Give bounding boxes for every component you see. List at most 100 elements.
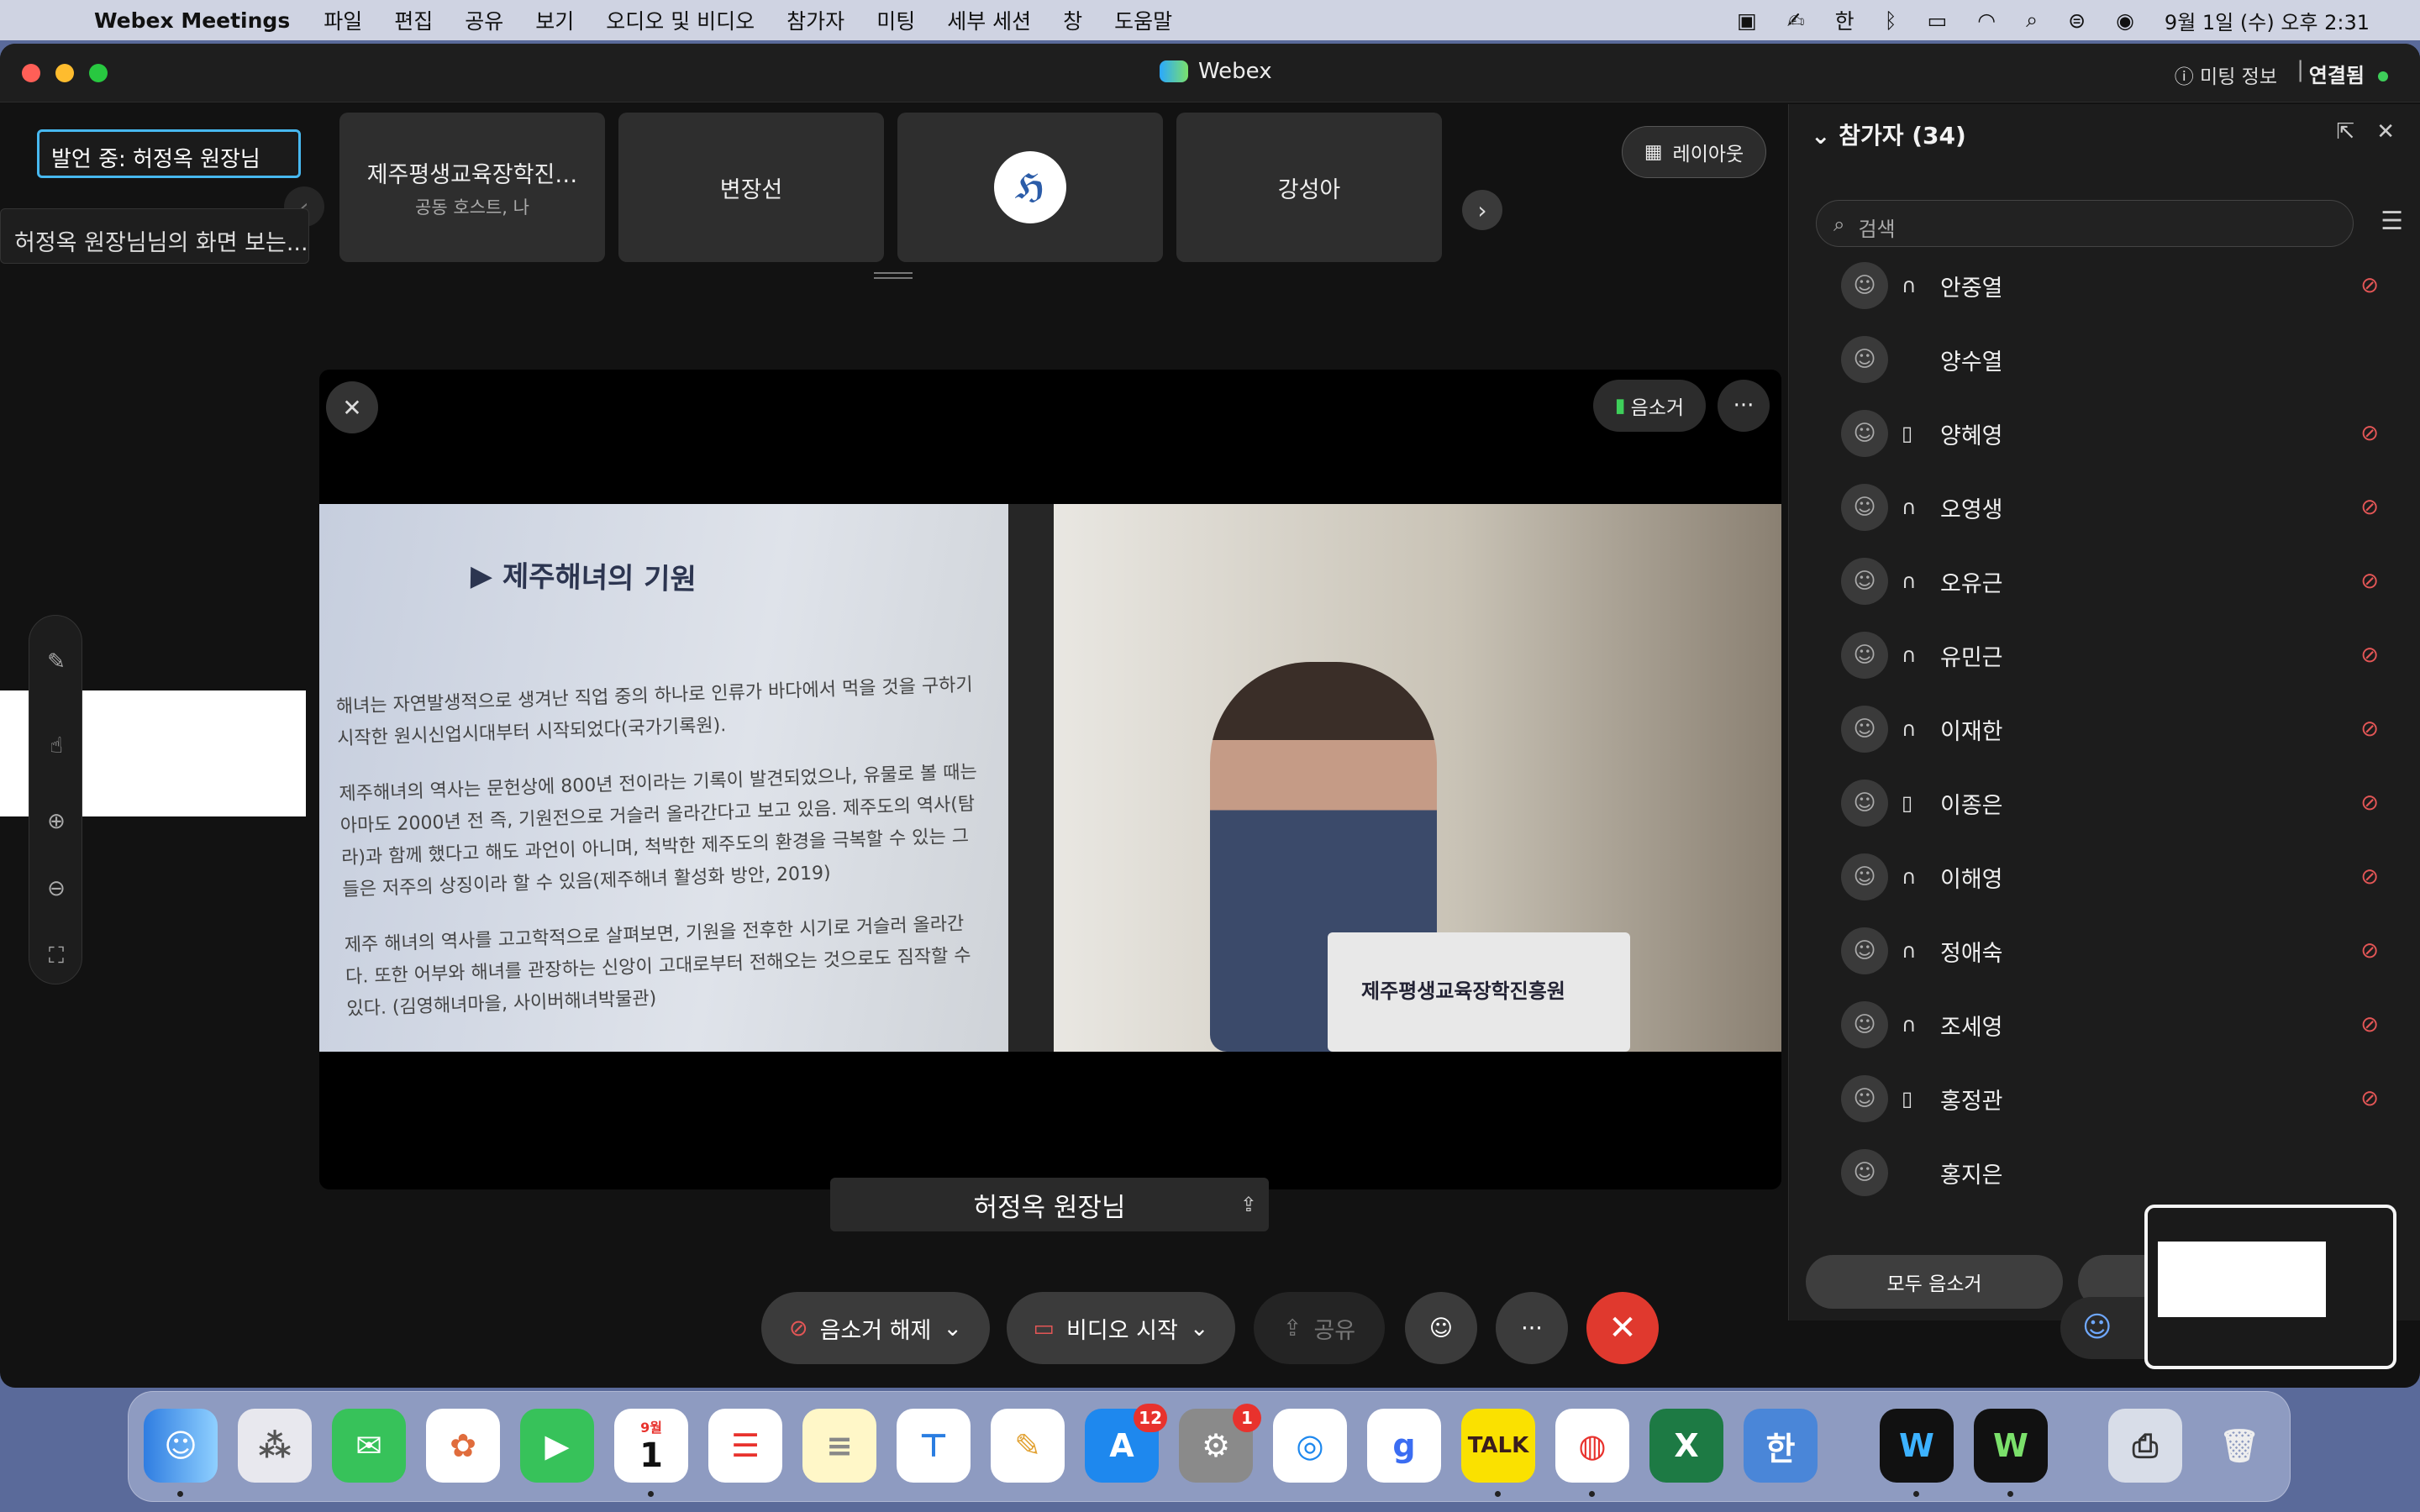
muted-microphone-icon[interactable]: ⊘: [2360, 495, 2379, 520]
finder-icon[interactable]: ☺: [144, 1409, 218, 1483]
participant-row[interactable]: ☺ 홍지은: [1789, 1136, 2420, 1210]
close-window-button[interactable]: [22, 64, 40, 82]
annotate-icon[interactable]: ✎: [29, 649, 83, 675]
fullscreen-window-button[interactable]: [89, 64, 108, 82]
participant-search-input[interactable]: ⌕ 검색: [1816, 200, 2354, 247]
muted-microphone-icon[interactable]: ⊘: [2360, 790, 2379, 816]
participant-row[interactable]: ☺ 양수열: [1789, 323, 2420, 396]
bluetooth-icon[interactable]: ᛒ: [1885, 8, 1897, 33]
safari-icon[interactable]: ◎: [1273, 1409, 1347, 1483]
participant-row[interactable]: ☺ ▯ 양혜영 ⊘: [1789, 396, 2420, 470]
menu-view[interactable]: 보기: [535, 5, 574, 35]
menu-app-name[interactable]: Webex Meetings: [94, 8, 290, 33]
menu-file[interactable]: 파일: [324, 5, 362, 35]
google-app-icon[interactable]: g: [1367, 1409, 1441, 1483]
menu-window[interactable]: 창: [1063, 5, 1082, 35]
participant-thumbnail[interactable]: 제주평생교육장학진… 공동 호스트, 나: [339, 113, 605, 262]
menu-share[interactable]: 공유: [465, 5, 503, 35]
muted-microphone-icon[interactable]: ⊘: [2360, 717, 2379, 742]
more-options-button[interactable]: ···: [1718, 380, 1770, 432]
participant-row[interactable]: ☺ ∩ 유민근 ⊘: [1789, 618, 2420, 692]
menu-clock[interactable]: 9월 1일 (수) 오후 2:31: [2165, 6, 2370, 35]
leave-meeting-button[interactable]: ✕: [1586, 1292, 1659, 1364]
minimize-window-button[interactable]: [55, 64, 74, 82]
participant-row[interactable]: ☺ ∩ 이해영 ⊘: [1789, 840, 2420, 914]
reminders-icon[interactable]: ☰: [708, 1409, 782, 1483]
downloads-folder-icon[interactable]: ⎙: [2108, 1409, 2182, 1483]
share-icon[interactable]: ⇪: [1240, 1193, 1257, 1216]
menu-help[interactable]: 도움말: [1114, 5, 1172, 35]
accessibility-icon[interactable]: ✍: [1787, 8, 1805, 33]
participants-header[interactable]: ⌄ 참가자 (34): [1811, 118, 1966, 151]
reactions-button[interactable]: ☺: [1405, 1292, 1477, 1364]
webex-meetings-icon[interactable]: W: [1880, 1409, 1954, 1483]
muted-microphone-icon[interactable]: ⊘: [2360, 643, 2379, 668]
chrome-icon[interactable]: ◍: [1555, 1409, 1629, 1483]
participant-row[interactable]: ☺ ∩ 조세영 ⊘: [1789, 988, 2420, 1062]
control-center-icon[interactable]: ⊜: [2068, 8, 2086, 33]
excel-icon[interactable]: X: [1649, 1409, 1723, 1483]
muted-microphone-icon[interactable]: ⊘: [2360, 1086, 2379, 1111]
webex-icon[interactable]: W: [1974, 1409, 2048, 1483]
meeting-info-button[interactable]: ⓘ 미팅 정보: [2175, 60, 2277, 89]
menu-audio-video[interactable]: 오디오 및 비디오: [606, 5, 755, 35]
remote-control-icon[interactable]: ☝: [29, 733, 83, 759]
trash-icon[interactable]: 🗑: [2202, 1409, 2276, 1483]
muted-microphone-icon[interactable]: ⊘: [2360, 569, 2379, 594]
fit-screen-icon[interactable]: ⛶: [29, 943, 83, 969]
spotlight-search-icon[interactable]: ⌕: [2026, 8, 2038, 33]
calendar-icon[interactable]: 9월 1: [614, 1409, 688, 1483]
close-icon[interactable]: ✕: [2376, 119, 2395, 144]
participant-thumbnail[interactable]: 변장선: [618, 113, 884, 262]
pop-out-icon[interactable]: ⇱: [2336, 119, 2354, 144]
menu-edit[interactable]: 편집: [394, 5, 433, 35]
chevron-down-icon[interactable]: ⌄: [1190, 1315, 1209, 1341]
layout-button[interactable]: ▦ 레이아웃: [1622, 126, 1766, 178]
muted-microphone-icon[interactable]: ⊘: [2360, 273, 2379, 298]
participant-row[interactable]: ☺ ▯ 홍정관 ⊘: [1789, 1062, 2420, 1136]
messages-icon[interactable]: ✉: [332, 1409, 406, 1483]
more-controls-button[interactable]: ···: [1496, 1292, 1568, 1364]
participant-thumbnail[interactable]: ℌ: [897, 113, 1163, 262]
share-button[interactable]: ⇪ 공유: [1254, 1292, 1385, 1364]
battery-icon[interactable]: ▭: [1928, 8, 1948, 33]
participant-row[interactable]: ☺ ∩ 안중열 ⊘: [1789, 249, 2420, 323]
system-preferences-icon[interactable]: ⚙ 1: [1179, 1404, 1261, 1483]
mute-all-button[interactable]: 모두 음소거: [1806, 1255, 2063, 1309]
launchpad-icon[interactable]: ⁂: [238, 1409, 312, 1483]
unmute-button[interactable]: ⊘ 음소거 해제 ⌄: [761, 1292, 990, 1364]
participant-row[interactable]: ☺ ∩ 오영생 ⊘: [1789, 470, 2420, 544]
muted-microphone-icon[interactable]: ⊘: [2360, 938, 2379, 963]
muted-microphone-icon[interactable]: ⊘: [2360, 421, 2379, 446]
sort-icon[interactable]: ☰: [2381, 207, 2403, 236]
hide-controls-button[interactable]: ✕: [326, 381, 378, 433]
menu-meeting[interactable]: 미팅: [876, 5, 915, 35]
participant-thumbnail[interactable]: 강성아: [1176, 113, 1442, 262]
muted-microphone-icon[interactable]: ⊘: [2360, 1012, 2379, 1037]
menu-breakout[interactable]: 세부 세션: [947, 5, 1031, 35]
resize-handle[interactable]: [874, 272, 913, 279]
zoom-out-icon[interactable]: ⊖: [29, 876, 83, 901]
participant-row[interactable]: ☺ ∩ 오유근 ⊘: [1789, 544, 2420, 618]
pages-icon[interactable]: ✎: [991, 1409, 1065, 1483]
filmstrip-next-button[interactable]: ›: [1462, 190, 1502, 230]
menu-participants[interactable]: 참가자: [786, 5, 844, 35]
kakaotalk-icon[interactable]: TALK: [1461, 1409, 1535, 1483]
chevron-down-icon[interactable]: ⌄: [943, 1315, 962, 1341]
notes-icon[interactable]: ≡: [802, 1409, 876, 1483]
muted-microphone-icon[interactable]: ⊘: [2360, 864, 2379, 890]
participant-row[interactable]: ☺ ∩ 정애숙 ⊘: [1789, 914, 2420, 988]
photos-icon[interactable]: ✿: [426, 1409, 500, 1483]
participant-row[interactable]: ☺ ∩ 이재한 ⊘: [1789, 692, 2420, 766]
start-video-button[interactable]: ▭ 비디오 시작 ⌄: [1007, 1292, 1235, 1364]
webex-status-icon[interactable]: ▣: [1737, 8, 1757, 33]
siri-icon[interactable]: ◉: [2116, 8, 2134, 33]
zoom-in-icon[interactable]: ⊕: [29, 809, 83, 834]
hangul-icon[interactable]: 한: [1744, 1409, 1818, 1483]
wifi-icon[interactable]: ◠: [1977, 8, 1996, 33]
facetime-icon[interactable]: ▶: [520, 1409, 594, 1483]
participant-row[interactable]: ☺ ▯ 이종은 ⊘: [1789, 766, 2420, 840]
screen-share-preview[interactable]: [2144, 1205, 2396, 1369]
app-store-icon[interactable]: A 12: [1085, 1404, 1167, 1483]
connection-status[interactable]: 연결됨: [2309, 59, 2388, 88]
